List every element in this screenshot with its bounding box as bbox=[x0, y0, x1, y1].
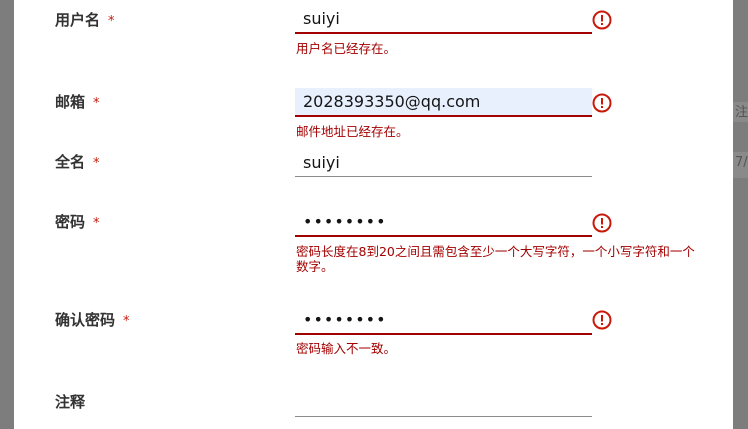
confirm-password-input[interactable] bbox=[295, 306, 592, 335]
confirm-password-label: 确认密码 * bbox=[55, 311, 130, 329]
required-mark: * bbox=[108, 14, 115, 29]
user-form-modal: 用户名* 用户名已经存在。 邮箱* 邮件地址已经存在。 全名* 密码* 密码长度… bbox=[14, 0, 733, 429]
modal-backdrop-right: 注 7/ bbox=[733, 0, 748, 429]
notes-input[interactable] bbox=[295, 388, 592, 417]
exclamation-circle-icon bbox=[592, 213, 612, 233]
exclamation-circle-icon bbox=[592, 93, 612, 113]
username-error: 用户名已经存在。 bbox=[296, 41, 397, 56]
password-label: 密码 * bbox=[55, 213, 100, 231]
confirm-password-error: 密码输入不一致。 bbox=[296, 341, 397, 356]
required-mark: * bbox=[123, 314, 130, 329]
fullname-label: 全名 * bbox=[55, 153, 100, 171]
email-label: 邮箱 * bbox=[55, 93, 100, 111]
exclamation-circle-icon bbox=[592, 10, 612, 30]
required-mark: * bbox=[93, 156, 100, 171]
username-input[interactable] bbox=[295, 5, 592, 34]
password-error: 密码长度在8到20之间且需包含至少一个大写字符，一个小写字符和一个数字。 bbox=[296, 244, 695, 274]
modal-backdrop-left bbox=[0, 0, 14, 429]
exclamation-circle-icon bbox=[592, 310, 612, 330]
required-mark: * bbox=[93, 96, 100, 111]
email-input[interactable] bbox=[295, 88, 592, 117]
required-mark: * bbox=[93, 216, 100, 231]
background-fragment: 7/ bbox=[733, 152, 748, 178]
notes-label: 注释 bbox=[55, 393, 86, 411]
background-fragment: 注 bbox=[733, 102, 748, 122]
email-error: 邮件地址已经存在。 bbox=[296, 124, 409, 139]
fullname-input[interactable] bbox=[295, 148, 592, 177]
password-input[interactable] bbox=[295, 208, 592, 237]
username-label: 用户名 * bbox=[55, 11, 115, 29]
